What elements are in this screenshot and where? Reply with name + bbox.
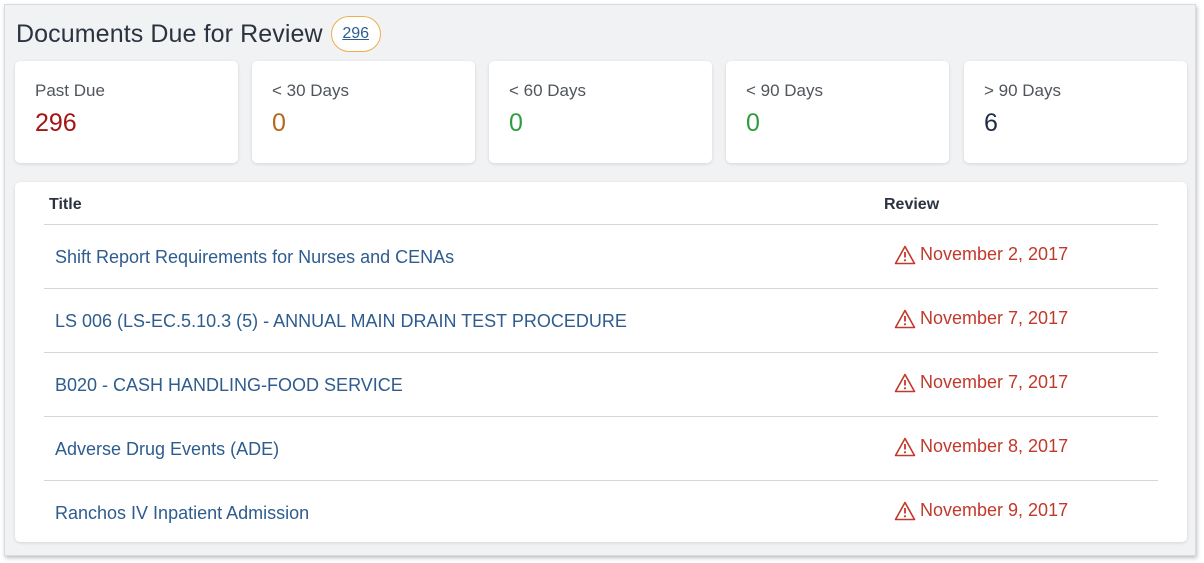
- warning-icon: [894, 245, 916, 264]
- review-date: November 7, 2017: [894, 372, 1068, 393]
- documents-table: Title Review Shift Report Requirements f…: [15, 182, 1187, 542]
- warning-icon: [894, 501, 916, 520]
- card-past-due[interactable]: Past Due 296: [15, 61, 238, 163]
- review-date: November 7, 2017: [894, 308, 1068, 329]
- document-title-link[interactable]: Ranchos IV Inpatient Admission: [55, 503, 309, 524]
- column-header-title[interactable]: Title: [49, 196, 82, 214]
- document-title-link[interactable]: B020 - CASH HANDLING-FOOD SERVICE: [55, 375, 403, 396]
- card-value: 0: [509, 109, 523, 137]
- review-date-text: November 2, 2017: [920, 244, 1069, 264]
- table-row: B020 - CASH HANDLING-FOOD SERVICE Novemb…: [44, 353, 1158, 417]
- summary-cards: Past Due 296 < 30 Days 0 < 60 Days 0 < 9…: [15, 61, 1187, 163]
- page-title: Documents Due for Review: [16, 19, 323, 48]
- count-badge-link[interactable]: 296: [330, 16, 381, 52]
- document-title-link[interactable]: LS 006 (LS-EC.5.10.3 (5) - ANNUAL MAIN D…: [55, 311, 627, 332]
- review-date-text: November 7, 2017: [920, 372, 1069, 392]
- warning-icon: [894, 309, 916, 328]
- card-over-90-days[interactable]: > 90 Days 6: [964, 61, 1187, 163]
- table-header: Title Review: [44, 182, 1158, 225]
- card-label: < 90 Days: [746, 81, 824, 100]
- review-date: November 9, 2017: [894, 500, 1068, 521]
- warning-icon: [894, 437, 916, 456]
- review-date-text: November 8, 2017: [920, 436, 1069, 456]
- review-date-text: November 7, 2017: [920, 308, 1069, 328]
- review-date: November 8, 2017: [894, 436, 1068, 457]
- card-value: 0: [272, 109, 286, 137]
- review-date-text: November 9, 2017: [920, 500, 1069, 520]
- card-30-days[interactable]: < 30 Days 0: [252, 61, 475, 163]
- document-title-link[interactable]: Shift Report Requirements for Nurses and…: [55, 247, 454, 268]
- card-label: < 60 Days: [509, 81, 587, 100]
- card-60-days[interactable]: < 60 Days 0: [489, 61, 712, 163]
- review-date: November 2, 2017: [894, 244, 1068, 265]
- document-title-link[interactable]: Adverse Drug Events (ADE): [55, 439, 279, 460]
- card-value: 6: [984, 109, 998, 137]
- panel-header: Documents Due for Review 296: [16, 15, 381, 53]
- card-value: 0: [746, 109, 760, 137]
- card-label: Past Due: [35, 81, 105, 100]
- card-label: < 30 Days: [272, 81, 350, 100]
- table-row: LS 006 (LS-EC.5.10.3 (5) - ANNUAL MAIN D…: [44, 289, 1158, 353]
- card-label: > 90 Days: [984, 81, 1062, 100]
- card-90-days[interactable]: < 90 Days 0: [726, 61, 949, 163]
- table-row: Adverse Drug Events (ADE) November 8, 20…: [44, 417, 1158, 481]
- column-header-review[interactable]: Review: [884, 196, 939, 214]
- documents-due-panel: Documents Due for Review 296 Past Due 29…: [4, 4, 1196, 556]
- warning-icon: [894, 373, 916, 392]
- table-row: Shift Report Requirements for Nurses and…: [44, 225, 1158, 289]
- table-row: Ranchos IV Inpatient Admission November …: [44, 481, 1158, 545]
- card-value: 296: [35, 109, 77, 137]
